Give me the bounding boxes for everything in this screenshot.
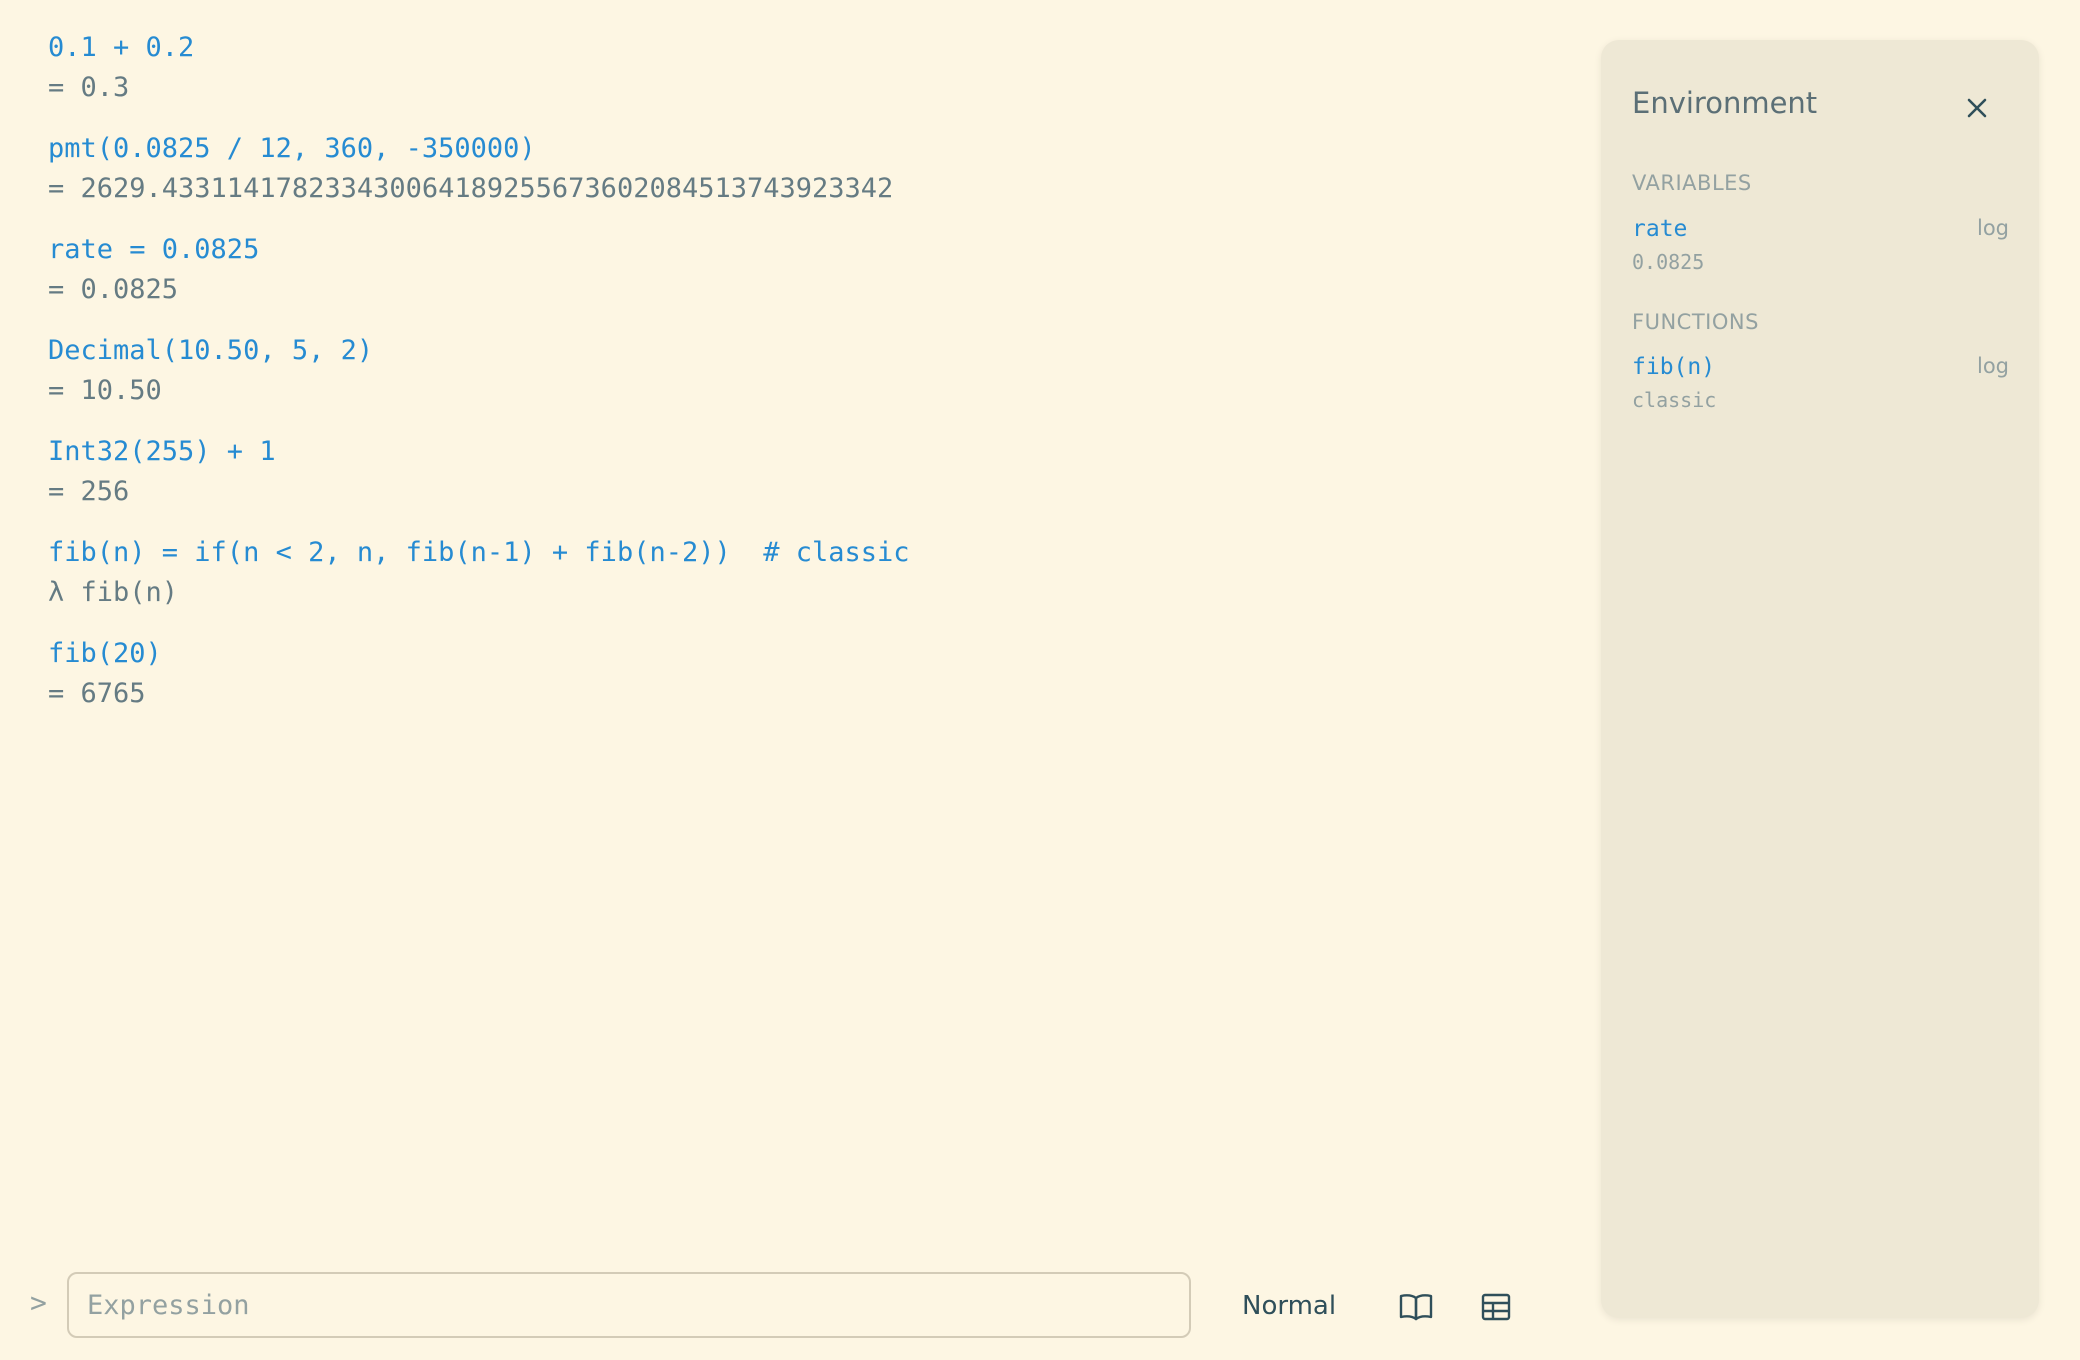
- history-input[interactable]: Int32(255) + 1: [48, 432, 1528, 472]
- variable-value: 0.0825: [1632, 250, 1705, 274]
- function-value: classic: [1632, 388, 1717, 412]
- table-grid-icon: [1481, 1293, 1511, 1321]
- function-name[interactable]: fib(n): [1632, 354, 1715, 380]
- table-button[interactable]: [1471, 1282, 1521, 1332]
- log-variable-button[interactable]: log: [1977, 216, 2009, 240]
- function-item[interactable]: fib(n) classic log: [1632, 354, 2009, 426]
- prompt-symbol: >: [30, 1286, 47, 1319]
- history-entry: pmt(0.0825 / 12, 360, -350000) = 2629.43…: [48, 129, 1528, 209]
- log-function-button[interactable]: log: [1977, 354, 2009, 378]
- history-entry: 0.1 + 0.2 = 0.3: [48, 28, 1528, 108]
- history-output: = 10.50: [48, 375, 162, 406]
- repl-history: 0.1 + 0.2 = 0.3 pmt(0.0825 / 12, 360, -3…: [48, 28, 1528, 735]
- panel-title: Environment: [1632, 86, 1818, 120]
- history-entry: Decimal(10.50, 5, 2) = 10.50: [48, 331, 1528, 411]
- history-input[interactable]: fib(n) = if(n < 2, n, fib(n-1) + fib(n-2…: [48, 533, 1528, 573]
- open-book-icon: [1399, 1294, 1433, 1321]
- history-input[interactable]: rate = 0.0825: [48, 230, 1528, 270]
- mode-toggle-button[interactable]: Normal: [1222, 1278, 1356, 1334]
- history-entry: Int32(255) + 1 = 256: [48, 432, 1528, 512]
- variables-heading: VARIABLES: [1632, 171, 1752, 195]
- variable-name[interactable]: rate: [1632, 216, 1687, 242]
- history-output: λ fib(n): [48, 577, 179, 608]
- history-input[interactable]: Decimal(10.50, 5, 2): [48, 331, 1528, 371]
- variable-item[interactable]: rate 0.0825 log: [1632, 216, 2009, 288]
- close-icon: [1967, 98, 1987, 118]
- history-input[interactable]: fib(20): [48, 634, 1528, 674]
- functions-heading: FUNCTIONS: [1632, 310, 1759, 334]
- history-input[interactable]: pmt(0.0825 / 12, 360, -350000): [48, 129, 1528, 169]
- history-output: = 0.3: [48, 72, 130, 103]
- history-entry: rate = 0.0825 = 0.0825: [48, 230, 1528, 310]
- history-entry: fib(n) = if(n < 2, n, fib(n-1) + fib(n-2…: [48, 533, 1528, 613]
- history-input[interactable]: 0.1 + 0.2: [48, 28, 1528, 68]
- close-panel-button[interactable]: [1955, 86, 1999, 130]
- history-output: = 256: [48, 476, 130, 507]
- expression-input[interactable]: [67, 1272, 1191, 1338]
- reference-button[interactable]: [1391, 1282, 1441, 1332]
- history-entry: fib(20) = 6765: [48, 634, 1528, 714]
- history-output: = 2629.433114178233430064189255673602084…: [48, 173, 894, 204]
- history-output: = 0.0825: [48, 274, 179, 305]
- history-output: = 6765: [48, 678, 146, 709]
- environment-panel: Environment VARIABLES rate 0.0825 log FU…: [1601, 40, 2039, 1318]
